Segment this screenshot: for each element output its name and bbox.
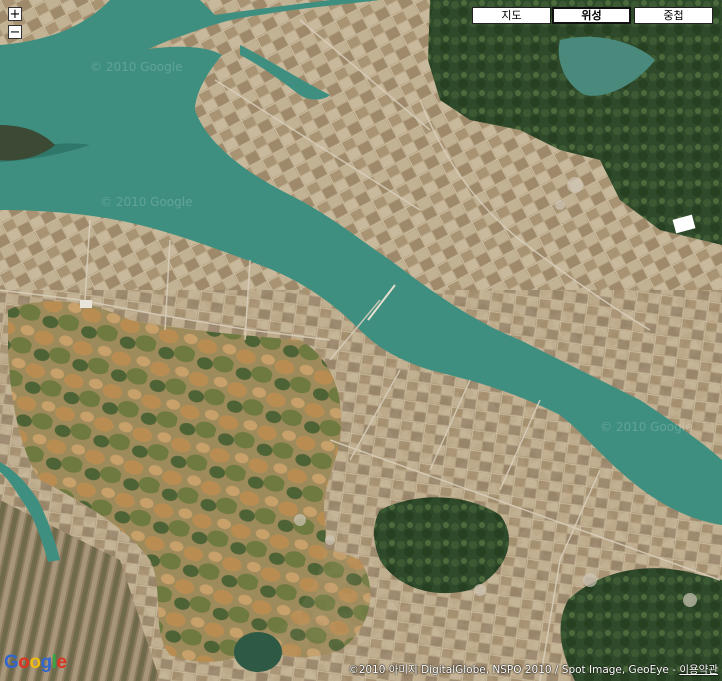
google-logo[interactable]: Google <box>4 652 67 674</box>
map-watermark: © 2010 Google <box>100 195 193 209</box>
zoom-out-button[interactable]: − <box>8 25 22 39</box>
terms-of-use-link[interactable]: 이용약관 <box>679 664 718 676</box>
map-watermark: © 2010 Google <box>90 60 183 74</box>
satellite-map[interactable] <box>0 0 722 681</box>
map-type-satellite-button[interactable]: 위성 <box>552 7 631 24</box>
map-type-map-button[interactable]: 지도 <box>472 7 551 24</box>
logo-letter: o <box>29 652 41 673</box>
map-type-hybrid-button[interactable]: 중첩 <box>634 7 713 24</box>
zoom-in-button[interactable]: + <box>8 7 22 21</box>
logo-letter: g <box>40 652 53 673</box>
logo-letter: G <box>4 652 19 673</box>
map-watermark: © 2010 Google <box>600 420 693 434</box>
attribution-text: ©2010 아미지 DigitalGlobe, NSPO 2010 / Spot… <box>348 664 680 676</box>
map-attribution: ©2010 아미지 DigitalGlobe, NSPO 2010 / Spot… <box>348 662 718 677</box>
logo-letter: e <box>56 652 67 673</box>
logo-letter: o <box>18 652 30 673</box>
